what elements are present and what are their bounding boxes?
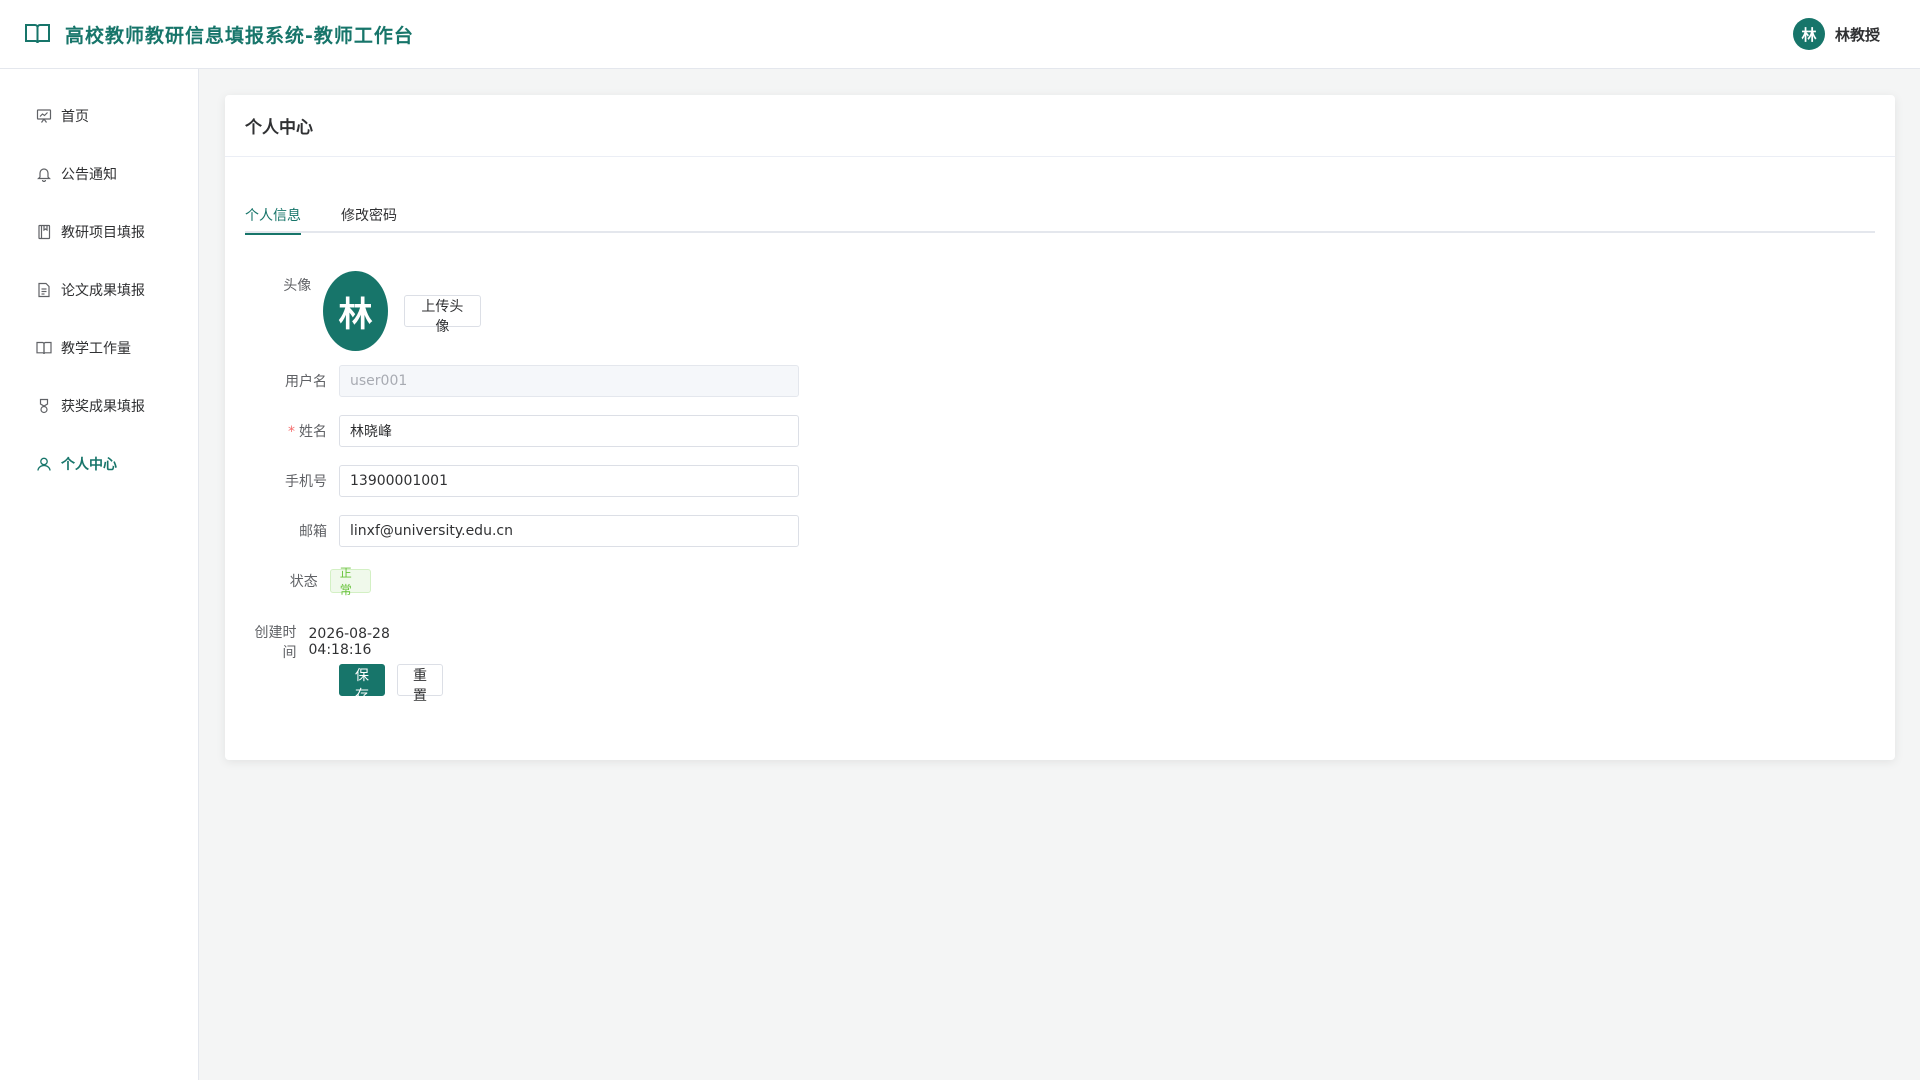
sidebar-item-profile[interactable]: 个人中心 xyxy=(0,435,198,493)
sidebar-item-label: 论文成果填报 xyxy=(61,283,145,299)
status-row: 状态 正常 xyxy=(245,566,372,597)
email-field[interactable] xyxy=(339,515,799,547)
name-label: * 姓名 xyxy=(288,424,327,440)
created-row: 创建时间 2026-08-28 04:18:16 xyxy=(245,622,402,662)
user-name[interactable]: 林教授 xyxy=(1835,24,1880,45)
email-label: 邮箱 xyxy=(299,524,327,540)
sidebar-item-label: 首页 xyxy=(61,109,89,125)
sidebar-item-home[interactable]: 首页 xyxy=(0,87,198,145)
form-actions: 保存修改 重置 xyxy=(339,664,443,744)
profile-card: 个人中心 个人信息 修改密码 头像 林 上传头像 用户名 *姓名 手机号 邮箱 xyxy=(225,95,1895,760)
avatar-row: 头像 林 上传头像 xyxy=(245,271,482,351)
bell-icon xyxy=(36,166,52,182)
sidebar-item-label: 教学工作量 xyxy=(61,341,131,357)
upload-avatar-button[interactable]: 上传头像 xyxy=(403,295,482,335)
sidebar-item-awards[interactable]: 获奖成果填报 xyxy=(0,377,198,435)
top-header: 高校教师教研信息填报系统-教师工作台 林 林教授 xyxy=(0,0,1920,69)
page-title: 个人中心 xyxy=(245,118,313,138)
username-label: 用户名 xyxy=(285,374,327,390)
phone-field[interactable] xyxy=(339,465,799,497)
status-label: 状态 xyxy=(289,574,318,590)
book-open-icon xyxy=(24,22,51,46)
email-row: 邮箱 xyxy=(245,515,799,547)
document-icon xyxy=(36,282,52,298)
avatar: 林 xyxy=(323,271,388,351)
required-mark: * xyxy=(288,424,295,440)
sidebar-item-projects[interactable]: 教研项目填报 xyxy=(0,203,198,261)
sidebar-item-papers[interactable]: 论文成果填报 xyxy=(0,261,198,319)
sidebar-item-notices[interactable]: 公告通知 xyxy=(0,145,198,203)
reset-button[interactable]: 重置 xyxy=(397,664,443,704)
phone-label: 手机号 xyxy=(285,474,327,490)
username-field xyxy=(339,365,799,397)
tab-change-password[interactable]: 修改密码 xyxy=(341,205,397,233)
dashboard-chart-icon xyxy=(36,108,52,124)
card-header: 个人中心 xyxy=(225,95,1895,157)
avatar-label: 头像 xyxy=(283,278,312,294)
created-label: 创建时间 xyxy=(254,625,297,661)
avatar[interactable]: 林 xyxy=(1792,18,1825,50)
phone-row: 手机号 xyxy=(245,465,799,497)
book-icon xyxy=(36,340,52,356)
brand: 高校教师教研信息填报系统-教师工作台 xyxy=(24,21,414,48)
notebook-icon xyxy=(36,224,52,240)
status-badge: 正常 xyxy=(329,566,372,597)
sidebar: 首页 公告通知 教研项目填报 论文成果填报 教学工作量 获奖成果填报 个人中心 xyxy=(0,69,199,1080)
save-button[interactable]: 保存修改 xyxy=(339,664,385,744)
sidebar-item-label: 教研项目填报 xyxy=(61,225,145,241)
tab-personal-info[interactable]: 个人信息 xyxy=(245,205,301,235)
username-row: 用户名 xyxy=(245,365,799,397)
sidebar-item-label: 个人中心 xyxy=(61,457,117,473)
sidebar-item-label: 公告通知 xyxy=(61,167,117,183)
name-field[interactable] xyxy=(339,415,799,447)
created-value: 2026-08-28 04:18:16 xyxy=(308,626,390,658)
tab-bar: 个人信息 修改密码 xyxy=(245,205,1875,235)
sidebar-item-label: 获奖成果填报 xyxy=(61,399,145,415)
user-icon xyxy=(36,456,52,472)
app-title: 高校教师教研信息填报系统-教师工作台 xyxy=(65,24,414,47)
sidebar-item-workload[interactable]: 教学工作量 xyxy=(0,319,198,377)
medal-icon xyxy=(36,398,52,414)
user-menu[interactable]: 林 林教授 xyxy=(1792,18,1880,50)
name-row: * 姓名 xyxy=(245,415,799,447)
